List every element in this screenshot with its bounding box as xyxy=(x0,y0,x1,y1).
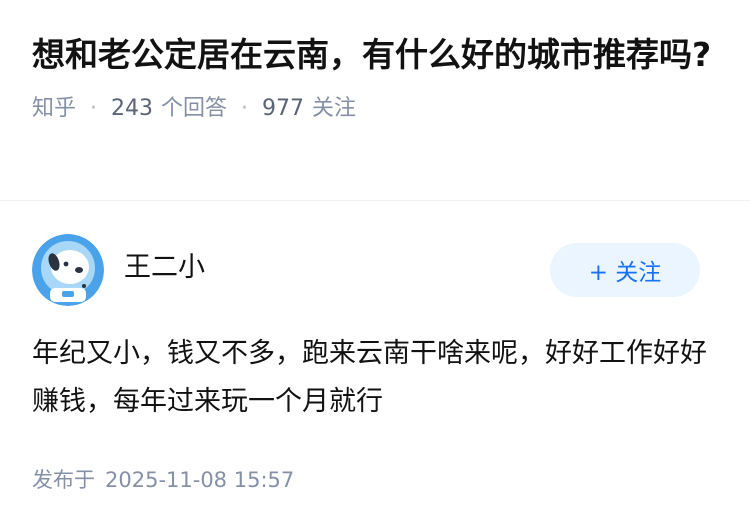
publish-label: 发布于 xyxy=(32,468,95,492)
source-label[interactable]: 知乎 xyxy=(32,94,76,124)
astronaut-dog-avatar-icon xyxy=(32,234,104,306)
avatar[interactable] xyxy=(32,234,104,306)
answer-count: 243 xyxy=(111,96,154,121)
question-meta: 知乎 · 243 个回答 · 977 关注 xyxy=(32,94,722,124)
answer-count-label[interactable]: 个回答 xyxy=(161,94,227,124)
answer-publish-time: 发布于 2025-11-08 15:57 xyxy=(32,465,294,495)
author-name[interactable]: 王二小 xyxy=(124,250,205,286)
answer-author-row: 王二小 + 关注 xyxy=(32,234,700,306)
follow-button[interactable]: + 关注 xyxy=(550,243,700,297)
publish-time: 2025-11-08 15:57 xyxy=(105,468,295,492)
answer-content: 年纪又小，钱又不多，跑来云南干啥来呢，好好工作好好赚钱，每年过来玩一个月就行 xyxy=(32,338,707,417)
meta-separator: · xyxy=(241,96,249,121)
follow-count: 977 xyxy=(262,96,305,121)
section-divider xyxy=(0,200,750,201)
question-header: 想和老公定居在云南，有什么好的城市推荐吗? 知乎 · 243 个回答 · 977… xyxy=(32,32,722,124)
follow-count-label: 关注 xyxy=(312,96,357,121)
question-title[interactable]: 想和老公定居在云南，有什么好的城市推荐吗? xyxy=(32,32,722,78)
meta-separator: · xyxy=(90,96,98,121)
follow-button-label: + 关注 xyxy=(588,260,662,286)
